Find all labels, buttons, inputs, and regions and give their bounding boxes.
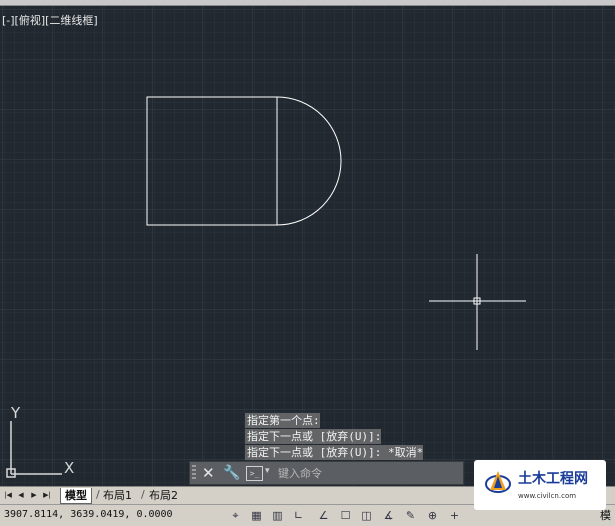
command-history: 指定第一个点: 指定下一点或 [放弃(U)]: 指定下一点或 [放弃(U)]: …: [245, 413, 450, 461]
drawing-viewport[interactable]: Y X [-][俯视][二维线框] 指定第一个点: 指定下一点或 [放弃(U)]…: [0, 6, 615, 486]
watermark-url: www.civilcn.com: [518, 492, 577, 500]
object-snap-icon[interactable]: ☐: [336, 507, 355, 524]
coordinate-readout[interactable]: 3907.8114, 3639.0419, 0.0000: [4, 509, 173, 520]
viewport-controls-label[interactable]: [-][俯视][二维线框]: [2, 12, 98, 28]
tab-model[interactable]: 模型: [60, 488, 92, 504]
command-history-line: 指定第一个点:: [245, 413, 320, 428]
command-line-bar: ✕ 🔧 >_ ▾: [189, 461, 464, 485]
last-tab-button[interactable]: ▶|: [41, 489, 53, 501]
grid-display-icon[interactable]: ▥: [268, 507, 287, 524]
tab-layout2[interactable]: 布局2: [145, 488, 182, 503]
command-input[interactable]: [278, 464, 458, 482]
wrench-icon[interactable]: 🔧: [223, 464, 240, 482]
first-tab-button[interactable]: |◀: [2, 489, 14, 501]
lineweight-icon[interactable]: +: [445, 507, 464, 524]
command-history-line: 指定下一点或 [放弃(U)]:: [245, 429, 382, 444]
ucs-x-label: X: [64, 459, 74, 477]
object-snap-tracking-icon[interactable]: ∡: [379, 507, 398, 524]
command-history-line: 指定下一点或 [放弃(U)]: *取消*: [245, 445, 424, 460]
snap-mode-icon[interactable]: ▦: [247, 507, 266, 524]
tab-layout1[interactable]: 布局1: [99, 488, 136, 503]
watermark-name: 土木工程网: [518, 471, 588, 487]
close-icon[interactable]: ✕: [202, 464, 215, 482]
dynamic-input-icon[interactable]: ⊕: [423, 507, 442, 524]
drag-grip-icon[interactable]: [192, 465, 196, 481]
watermark-logo: 土木工程网 www.civilcn.com: [474, 460, 606, 510]
infer-constraints-icon[interactable]: ⌖: [226, 507, 245, 524]
chevron-down-icon[interactable]: ▾: [265, 466, 270, 476]
command-prompt-icon[interactable]: >_: [246, 466, 263, 481]
prev-tab-button[interactable]: ◀: [15, 489, 27, 501]
polar-tracking-icon[interactable]: ∠: [314, 507, 333, 524]
ucs-y-label: Y: [10, 404, 21, 422]
civilcn-logo-icon: [485, 471, 511, 493]
dynamic-ucs-icon[interactable]: ✎: [401, 507, 420, 524]
3d-object-snap-icon[interactable]: ◫: [357, 507, 376, 524]
next-tab-button[interactable]: ▶: [28, 489, 40, 501]
ortho-mode-icon[interactable]: ∟: [289, 507, 308, 524]
